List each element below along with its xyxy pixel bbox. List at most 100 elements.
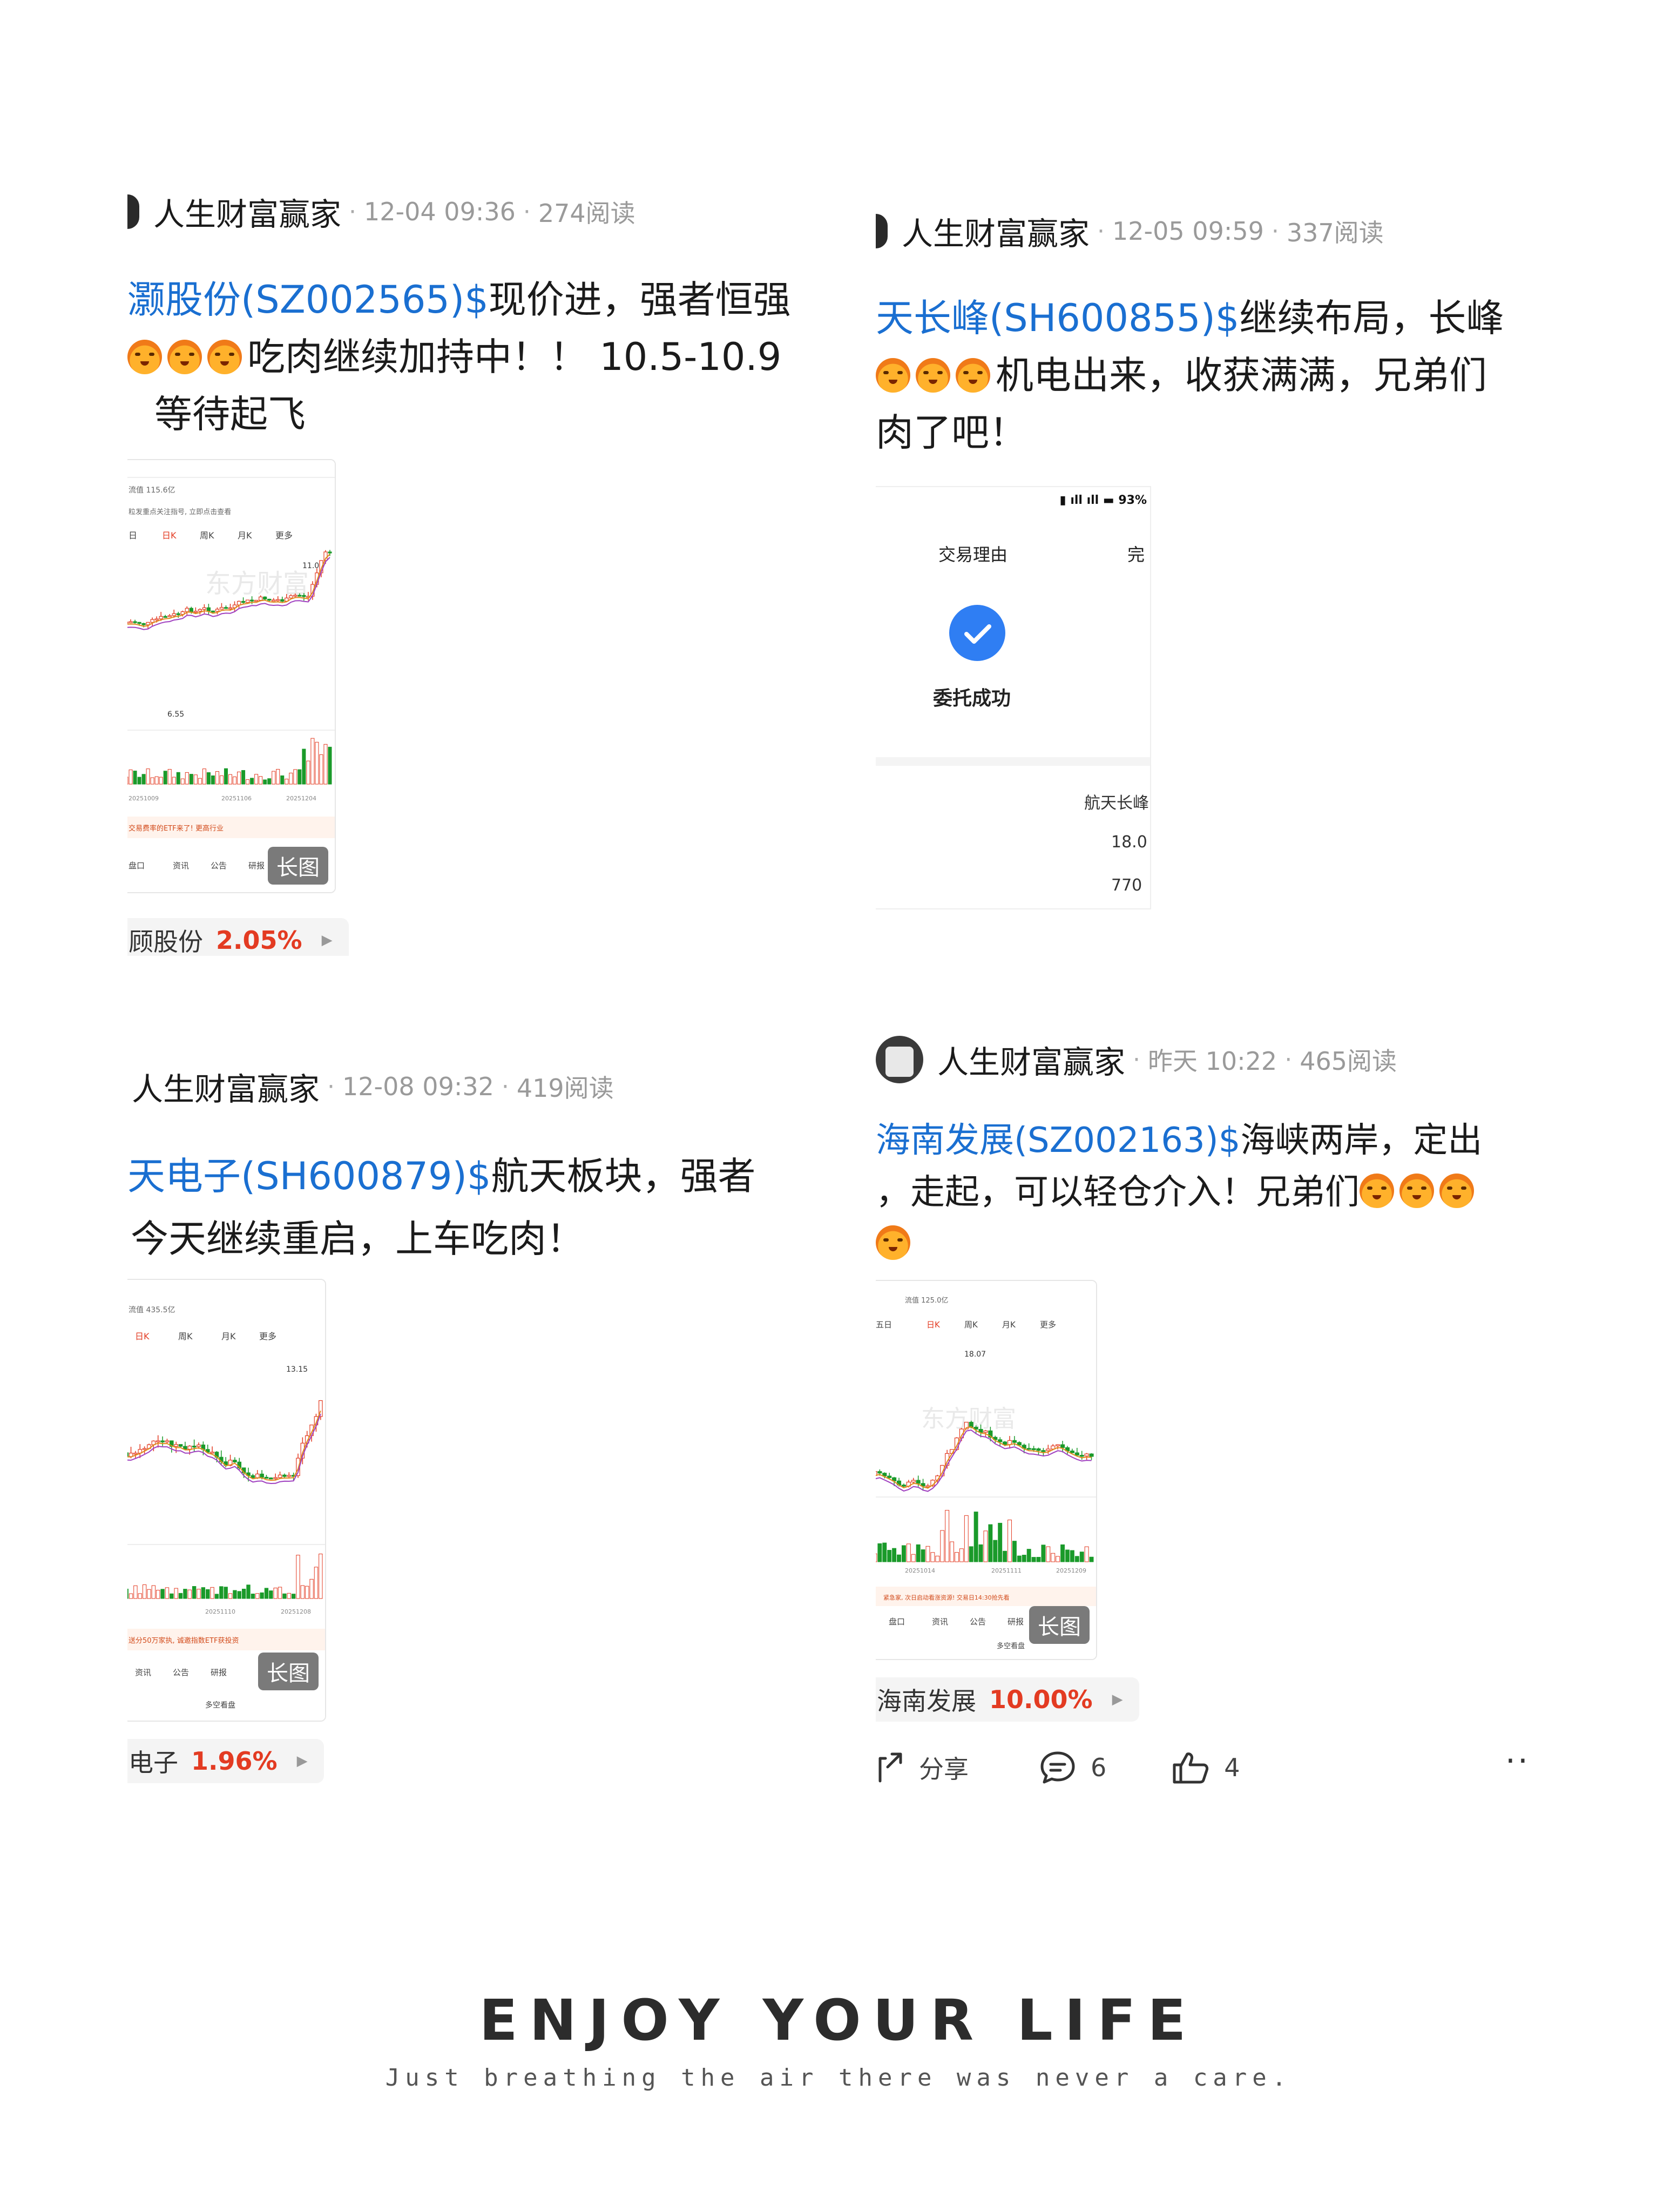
candle-body xyxy=(887,1475,892,1478)
chart-tab-active[interactable]: 日K xyxy=(927,1320,941,1330)
volume-bar xyxy=(211,775,215,785)
chart-tab[interactable]: 日 xyxy=(129,530,137,541)
chart-screenshot-thumbnail[interactable]: 流值 125.0亿 五日 日K 周K 月K 更多 18.07 东方财富 2025… xyxy=(876,1280,1097,1660)
candle-body xyxy=(1031,1448,1036,1451)
volume-bar xyxy=(993,1540,998,1562)
chart-tab[interactable]: 月K xyxy=(238,530,252,541)
avatar[interactable] xyxy=(876,1036,923,1083)
chart-nav-item[interactable]: 研报 xyxy=(248,861,265,871)
candle-body xyxy=(1041,1450,1046,1452)
candle-body xyxy=(129,621,133,623)
volume-bar xyxy=(273,1587,278,1599)
chart-price-label: 18.07 xyxy=(964,1350,986,1359)
volume-bar xyxy=(988,1524,993,1562)
post-card-1[interactable]: 人生财富赢家 · 12-04 09:36 · 274阅读 灏股份(SZ00256… xyxy=(127,178,797,956)
chart-tab[interactable]: 周K xyxy=(178,1331,193,1341)
post-text[interactable]: 天电子(SH600879)$航天板块，强者 今天继续重启，上车吃肉！ xyxy=(127,1145,755,1270)
chart-tab[interactable]: 月K xyxy=(221,1331,236,1341)
post-text[interactable]: 海南发展(SZ002163)$海峡两岸，定出 ，走起，可以轻仓介入！兄弟们 xyxy=(876,1115,1482,1270)
chart-tab[interactable]: 更多 xyxy=(275,530,293,541)
volume-bar xyxy=(1012,1541,1017,1562)
avatar[interactable] xyxy=(127,194,139,229)
chart-tab[interactable]: 更多 xyxy=(1040,1320,1056,1330)
author-name[interactable]: 人生财富赢家 xyxy=(902,208,1090,254)
chart-nav-item[interactable]: 研报 xyxy=(211,1668,227,1677)
volume-bar xyxy=(233,776,237,785)
author-name[interactable]: 人生财富赢家 xyxy=(937,1037,1125,1082)
post-card-2[interactable]: 人生财富赢家 · 12-05 09:59 · 337阅读 天长峰(SH60085… xyxy=(876,194,1551,961)
post-card-3[interactable]: 人生财富赢家 · 12-08 09:32 · 419阅读 天电子(SH60087… xyxy=(127,1048,797,1825)
candle-body xyxy=(176,613,180,615)
chart-tab[interactable]: 周K xyxy=(200,530,214,541)
chart-nav-item[interactable]: 盘口 xyxy=(129,861,145,871)
post-text[interactable]: 灏股份(SZ002565)$现价进，强者恒强 吃肉继续加持中！！ 10.5-10… xyxy=(127,271,791,443)
post-text[interactable]: 天长峰(SH600855)$继续布局，长峰 机电出来，收获满满，兄弟们 肉了吧！ xyxy=(876,289,1504,461)
candle-body xyxy=(133,621,137,623)
post-text-line2: 吃肉继续加持中！！ 10.5-10.9 xyxy=(247,335,782,379)
candle-body xyxy=(142,1448,147,1450)
candle-body xyxy=(187,1446,192,1450)
trade-confirmation-screenshot[interactable]: ▮ ıll ıll ▬ 93% 交易理由 完 委托成功 航天长峰 18.0 77… xyxy=(876,486,1151,909)
more-options-icon[interactable]: ·· xyxy=(1505,1742,1530,1780)
chart-nav-item[interactable]: 资讯 xyxy=(932,1617,948,1627)
chart-tab[interactable]: 月K xyxy=(1002,1320,1016,1330)
candle-body xyxy=(1046,1448,1051,1451)
chart-tab[interactable]: 五日 xyxy=(876,1320,892,1330)
chart-tab-active[interactable]: 日K xyxy=(135,1331,150,1341)
candle-body xyxy=(278,1474,282,1478)
post-meta: 人生财富赢家 · 12-04 09:36 · 274阅读 xyxy=(127,189,635,234)
stock-quote-chip[interactable]: 海南发展 10.00% ▶ xyxy=(876,1677,1139,1722)
volume-bar xyxy=(251,1594,255,1599)
chart-nav-item[interactable]: 资讯 xyxy=(173,861,189,871)
stock-link[interactable]: 海南发展(SZ002163)$ xyxy=(876,1121,1240,1161)
author-name[interactable]: 人生财富赢家 xyxy=(132,1064,320,1109)
candle-body xyxy=(155,1440,160,1442)
stock-quote-chip[interactable]: 电子 1.96% ▶ xyxy=(127,1739,324,1783)
trade-reason-tab[interactable]: 交易理由 xyxy=(938,541,1007,566)
chart-ad-banner[interactable]: 交易费率的ETF来了! 更高行业 xyxy=(129,824,224,833)
like-button[interactable]: 4 xyxy=(1171,1750,1240,1785)
volume-bar xyxy=(302,748,306,785)
chart-nav-item[interactable]: 公告 xyxy=(970,1617,986,1627)
candle-body xyxy=(1060,1444,1065,1448)
chart-footer-label: 多空看盘 xyxy=(205,1701,235,1710)
chart-screenshot-thumbnail[interactable]: 流值 115.6亿 粒发重点关注指号, 立即点击查看 日 日K 周K 月K 更多… xyxy=(127,459,336,893)
candle-body xyxy=(259,596,263,601)
volume-bar xyxy=(163,771,167,785)
chart-tab-active[interactable]: 日K xyxy=(162,530,177,541)
volume-bar xyxy=(305,1586,309,1599)
share-button[interactable]: 分享 xyxy=(876,1750,969,1785)
volume-bar xyxy=(133,771,137,785)
meta-separator: · xyxy=(1271,217,1279,245)
chart-ad-banner[interactable]: 送分50万家执, 诚邀指数ETF获投资 xyxy=(129,1636,239,1645)
stock-link[interactable]: 灏股份(SZ002565)$ xyxy=(127,278,489,322)
candle-body xyxy=(297,595,302,597)
volume-bar xyxy=(877,1543,882,1562)
author-name[interactable]: 人生财富赢家 xyxy=(153,189,341,234)
stock-chart-image: 流值 115.6亿 粒发重点关注指号, 立即点击查看 日 日K 周K 月K 更多… xyxy=(127,460,335,892)
chart-date: 20251009 xyxy=(129,795,159,802)
stock-link[interactable]: 天长峰(SH600855)$ xyxy=(876,296,1239,340)
quote-stock-name: 顾股份 xyxy=(129,927,203,956)
chart-nav-item[interactable]: 研报 xyxy=(1007,1617,1024,1627)
post-card-4[interactable]: 人生财富赢家 · 昨天 10:22 · 465阅读 海南发展(SZ002163)… xyxy=(876,1026,1551,1825)
chart-nav-item[interactable]: 资讯 xyxy=(135,1668,151,1677)
volume-bar xyxy=(969,1546,973,1562)
chart-nav-item[interactable]: 盘口 xyxy=(889,1617,905,1627)
candle-body xyxy=(260,1473,264,1478)
chart-nav-item[interactable]: 公告 xyxy=(211,861,227,871)
stock-quote-chip[interactable]: 顾股份 2.05% ▶ xyxy=(127,918,349,956)
avatar[interactable] xyxy=(876,214,888,248)
volume-bar xyxy=(285,779,289,785)
chart-ad-banner[interactable]: 紧急家, 次日启动看涨资源! 交易日14:30抢先看 xyxy=(883,1594,1010,1601)
comment-button[interactable]: 6 xyxy=(1039,1750,1106,1785)
chart-tab[interactable]: 周K xyxy=(964,1320,978,1330)
candle-body xyxy=(911,1480,916,1482)
chart-screenshot-thumbnail[interactable]: 流值 435.5亿 日K 周K 月K 更多 13.15 20251110 202… xyxy=(127,1279,326,1722)
volume-bar xyxy=(189,774,193,785)
trade-tab[interactable]: 完 xyxy=(1127,541,1145,566)
chart-nav-item[interactable]: 公告 xyxy=(173,1668,189,1677)
chart-tab[interactable]: 更多 xyxy=(259,1331,276,1341)
angry-face-emoji-icon xyxy=(876,358,910,393)
stock-link[interactable]: 天电子(SH600879)$ xyxy=(127,1154,491,1198)
